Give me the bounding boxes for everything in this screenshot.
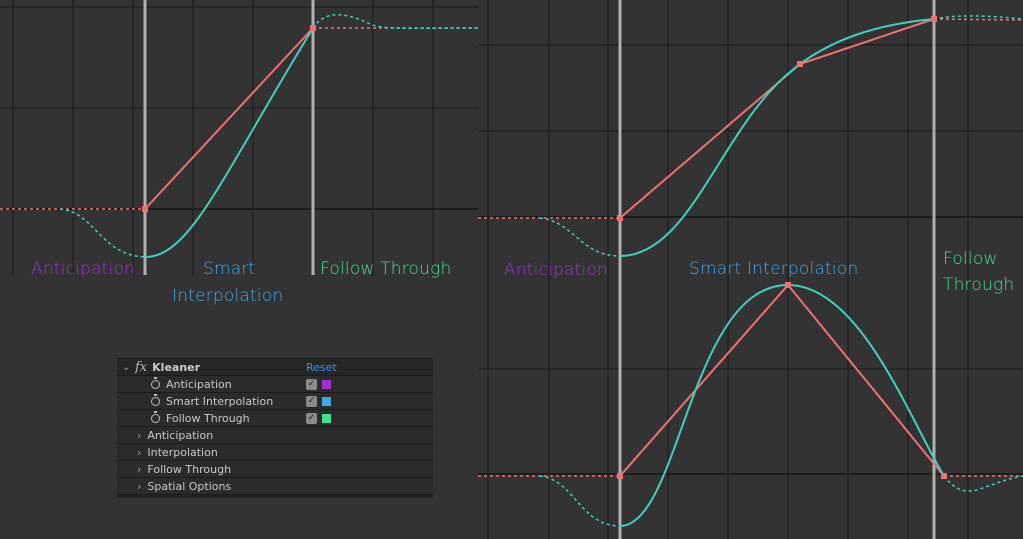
- toggle-row-smart-interpolation: Smart Interpolation ✓: [117, 393, 433, 410]
- smart-interpolation-color-swatch[interactable]: [322, 397, 331, 406]
- group-label: Spatial Options: [147, 479, 232, 493]
- stopwatch-icon[interactable]: [151, 393, 160, 406]
- chevron-right-icon[interactable]: ›: [137, 429, 141, 442]
- right-top-linear-curve: [619, 18, 935, 219]
- right-label-through: Through: [943, 275, 1015, 295]
- group-interpolation[interactable]: › Interpolation: [117, 444, 433, 461]
- toggle-label: Follow Through: [166, 411, 250, 425]
- right-label-smart-interpolation: Smart Interpolation: [689, 259, 859, 279]
- anticipation-checkbox[interactable]: ✓: [306, 379, 317, 390]
- effect-name: Kleaner: [152, 360, 201, 374]
- left-linear-curve: [144, 27, 314, 210]
- smart-interpolation-checkbox[interactable]: ✓: [306, 396, 317, 407]
- left-label-anticipation: Anticipation: [31, 259, 136, 279]
- toggle-row-follow-through: Follow Through ✓: [117, 410, 433, 427]
- left-graph-grid: [0, 0, 478, 276]
- reset-button[interactable]: Reset: [306, 361, 337, 374]
- chevron-right-icon[interactable]: ›: [137, 446, 141, 459]
- group-label: Follow Through: [147, 462, 232, 476]
- toggle-row-anticipation: Anticipation ✓: [117, 376, 433, 393]
- group-spatial-options[interactable]: › Spatial Options: [117, 478, 433, 495]
- stopwatch-icon[interactable]: [151, 376, 160, 389]
- toggle-label: Anticipation: [166, 377, 232, 391]
- follow-through-color-swatch[interactable]: [322, 414, 331, 423]
- toggle-label: Smart Interpolation: [166, 394, 274, 408]
- effect-controls-panel: ⌄ fx Kleaner Reset Anticipation ✓ Smart …: [117, 358, 433, 498]
- group-label: Interpolation: [147, 445, 218, 459]
- chevron-right-icon[interactable]: ›: [137, 463, 141, 476]
- left-smart-curve: [144, 27, 314, 258]
- group-label: Anticipation: [147, 428, 214, 442]
- left-label-interpolation: Interpolation: [172, 286, 284, 306]
- group-anticipation[interactable]: › Anticipation: [117, 427, 433, 444]
- fx-icon[interactable]: fx: [135, 360, 147, 375]
- stopwatch-icon[interactable]: [151, 410, 160, 423]
- right-top-smart-curve: [619, 18, 935, 257]
- left-follow-curve: [312, 14, 479, 30]
- left-label-follow-through: Follow Through: [320, 259, 452, 279]
- left-label-smart: Smart: [203, 259, 256, 279]
- group-follow-through[interactable]: › Follow Through: [117, 461, 433, 478]
- chevron-down-icon[interactable]: ⌄: [122, 362, 130, 372]
- effect-header-row: ⌄ fx Kleaner Reset: [117, 359, 433, 376]
- right-label-follow: Follow: [943, 249, 998, 269]
- chevron-right-icon[interactable]: ›: [137, 480, 141, 493]
- right-label-anticipation: Anticipation: [504, 260, 609, 280]
- follow-through-checkbox[interactable]: ✓: [306, 413, 317, 424]
- anticipation-color-swatch[interactable]: [322, 380, 331, 389]
